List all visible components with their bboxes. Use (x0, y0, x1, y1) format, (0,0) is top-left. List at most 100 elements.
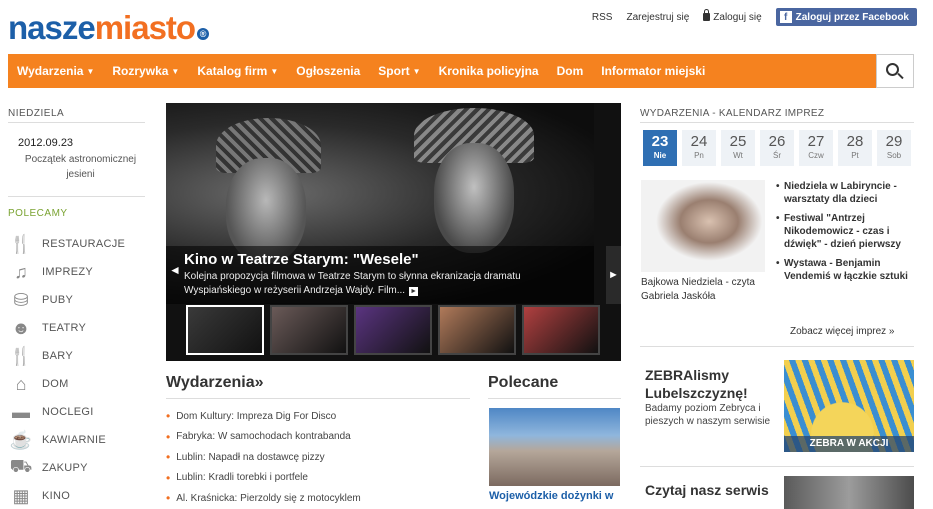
nav-item-wydarzenia[interactable]: Wydarzenia ▼ (8, 64, 103, 78)
divider (640, 346, 914, 347)
calendar-day[interactable]: 29 Sob (877, 130, 911, 166)
chevron-down-icon: ▼ (270, 66, 279, 76)
category-item-bary[interactable]: 🍴 BARY (8, 342, 125, 370)
calendar-day[interactable]: 26 Śr (760, 130, 794, 166)
recommend-label: POLECAMY (8, 208, 68, 219)
register-link[interactable]: Zarejestruj się (626, 12, 689, 23)
facebook-icon: f (779, 11, 792, 23)
chevron-down-icon: ▼ (412, 66, 421, 76)
calendar-event-link[interactable]: Wystawa - Benjamin Vendemiś w łączkie sz… (776, 257, 916, 283)
event-list-item[interactable]: Lublin: Napadł na dostawcę pizzy (166, 447, 361, 468)
calendar-day[interactable]: 23 Nie (643, 130, 677, 166)
slider-title[interactable]: Kino w Teatrze Starym: "Wesele" (184, 250, 586, 270)
slider-desc-line1: Kolejna propozycja filmowa w Teatrze Sta… (184, 271, 521, 282)
see-more-events-link[interactable]: Zobacz więcej imprez » (790, 326, 894, 337)
zebra-banner-label: ZEBRA W AKCJI (784, 436, 914, 452)
slider-thumbnail[interactable] (522, 305, 600, 355)
glass-icon: ⛁ (13, 289, 29, 310)
calendar-event-link[interactable]: Niedziela w Labiryncie - warsztaty dla d… (776, 180, 916, 206)
more-arrow-icon[interactable]: ► (409, 287, 419, 296)
slider-desc-line2: Wyspiańskiego w reżyserii Andrzeja Wajdy… (184, 285, 406, 296)
nav-item-kronika-policyjna[interactable]: Kronika policyjna (430, 64, 548, 78)
calendar-label: WYDARZENIA - KALENDARZ IMPREZ (640, 108, 825, 119)
featured-event-caption[interactable]: Bajkowa Niedziela - czyta Gabriela Jaskó… (641, 276, 771, 304)
cutlery-icon: 🍴 (9, 345, 33, 366)
calendar-day[interactable]: 28 Pt (838, 130, 872, 166)
calendar-strip: 23 Nie 24 Pn 25 Wt 26 Śr 27 Czw 28 Pt 29 Sob (643, 130, 911, 166)
divider (640, 466, 914, 467)
login-link[interactable]: Zaloguj się (703, 8, 762, 23)
divider (640, 122, 914, 123)
calendar-day[interactable]: 25 Wt (721, 130, 755, 166)
slider-thumbnail[interactable] (354, 305, 432, 355)
main-nav: Wydarzenia ▼ Rozrywka ▼ Katalog firm ▼ Ogłosze… (8, 54, 876, 88)
current-date: 2012.09.23 (18, 137, 74, 149)
category-item-puby[interactable]: ⛁ PUBY (8, 286, 125, 314)
slider-thumbnail[interactable] (438, 305, 516, 355)
slider-caption: Kino w Teatrze Starym: "Wesele" Kolejna … (166, 246, 594, 304)
registered-mark-icon: ® (197, 28, 210, 40)
calendar-event-link[interactable]: Festiwal "Antrzej Nikodemowicz - czas i … (776, 212, 916, 251)
slider-thumbnail[interactable] (186, 305, 264, 355)
read-service-image[interactable] (784, 476, 914, 509)
zebra-desc: Badamy poziom Zebryca i pieszych w naszy… (645, 403, 771, 427)
facebook-login-button[interactable]: f Zaloguj przez Facebook (775, 8, 917, 26)
search-button[interactable] (876, 54, 914, 88)
event-list-item[interactable]: Dom Kultury: Impreza Dig For Disco (166, 406, 361, 427)
recommended-caption[interactable]: Wojewódzkie dożynki w (489, 490, 613, 502)
music-note-icon: ♫ (14, 261, 28, 282)
search-icon (886, 63, 899, 76)
category-list: 🍴 RESTAURACJE ♫ IMPREZY ⛁ PUBY ☻ TEATRY 🍴 BARY ⌂ DO… (8, 230, 125, 509)
recommended-heading: Polecane (488, 374, 559, 391)
chevron-down-icon: ▼ (86, 66, 95, 76)
event-list-item[interactable]: Lublin: Kradli torebki i portfele (166, 468, 361, 489)
event-list-item[interactable]: Al. Kraśnicka: Pierzoldy się z motocykle… (166, 488, 361, 509)
film-icon: ▦ (12, 485, 30, 506)
nav-item-katalog-firm[interactable]: Katalog firm ▼ (188, 64, 287, 78)
events-list: Dom Kultury: Impreza Dig For DiscoFabryk… (166, 406, 361, 509)
nav-item-dom[interactable]: Dom (548, 64, 593, 78)
category-item-kino[interactable]: ▦ KINO (8, 482, 125, 509)
day-label: NIEDZIELA (8, 108, 65, 119)
featured-slider: Kino w Teatrze Starym: "Wesele" Kolejna … (166, 103, 621, 361)
slider-prev-button[interactable]: ◄ (169, 263, 181, 277)
nav-item-ogłoszenia[interactable]: Ogłoszenia (287, 64, 369, 78)
divider (8, 196, 145, 197)
chevron-down-icon: ▼ (171, 66, 180, 76)
nav-item-informator-miejski[interactable]: Informator miejski (592, 64, 714, 78)
coffee-cup-icon: ☕ (9, 429, 33, 450)
category-item-teatry[interactable]: ☻ TEATRY (8, 314, 125, 342)
calendar-day[interactable]: 24 Pn (682, 130, 716, 166)
event-list-item[interactable]: Fabryka: W samochodach kontrabanda (166, 427, 361, 448)
slider-thumbnail[interactable] (270, 305, 348, 355)
category-item-kawiarnie[interactable]: ☕ KAWIARNIE (8, 426, 125, 454)
cutlery-icon: 🍴 (9, 233, 33, 254)
bed-icon: ▬ (12, 401, 30, 422)
nav-item-rozrywka[interactable]: Rozrywka ▼ (103, 64, 188, 78)
category-item-restauracje[interactable]: 🍴 RESTAURACJE (8, 230, 125, 258)
featured-event-photo[interactable] (641, 180, 765, 272)
nav-item-sport[interactable]: Sport ▼ (369, 64, 429, 78)
cart-icon: ⛟ (9, 456, 33, 476)
divider (8, 122, 145, 123)
top-links: RSS Zarejestruj się Zaloguj się f Zaloguj… (592, 8, 917, 26)
events-heading[interactable]: Wydarzenia» (166, 374, 264, 392)
category-item-dom[interactable]: ⌂ DOM (8, 370, 125, 398)
category-item-noclegi[interactable]: ▬ NOCLEGI (8, 398, 125, 426)
slider-next-button[interactable]: ► (606, 246, 621, 304)
rss-link[interactable]: RSS (592, 12, 613, 23)
lock-icon (703, 8, 711, 21)
calendar-day[interactable]: 27 Czw (799, 130, 833, 166)
date-note: Początek astronomicznej jesieni (24, 154, 137, 180)
site-logo[interactable]: naszemiasto ® (8, 8, 210, 48)
house-icon: ⌂ (15, 373, 27, 394)
category-item-zakupy[interactable]: ⛟ ZAKUPY (8, 454, 125, 482)
slider-thumbnails (186, 305, 600, 355)
read-service-heading[interactable]: Czytaj nasz serwis (645, 482, 769, 498)
divider (166, 398, 470, 399)
calendar-events-list: Niedziela w Labiryncie - warsztaty dla d… (776, 180, 916, 289)
category-item-imprezy[interactable]: ♫ IMPREZY (8, 258, 125, 286)
masks-icon: ☻ (11, 317, 31, 338)
recommended-image[interactable] (489, 408, 620, 486)
zebra-heading[interactable]: ZEBRAlismy Lubelszczyznę! (645, 366, 748, 402)
